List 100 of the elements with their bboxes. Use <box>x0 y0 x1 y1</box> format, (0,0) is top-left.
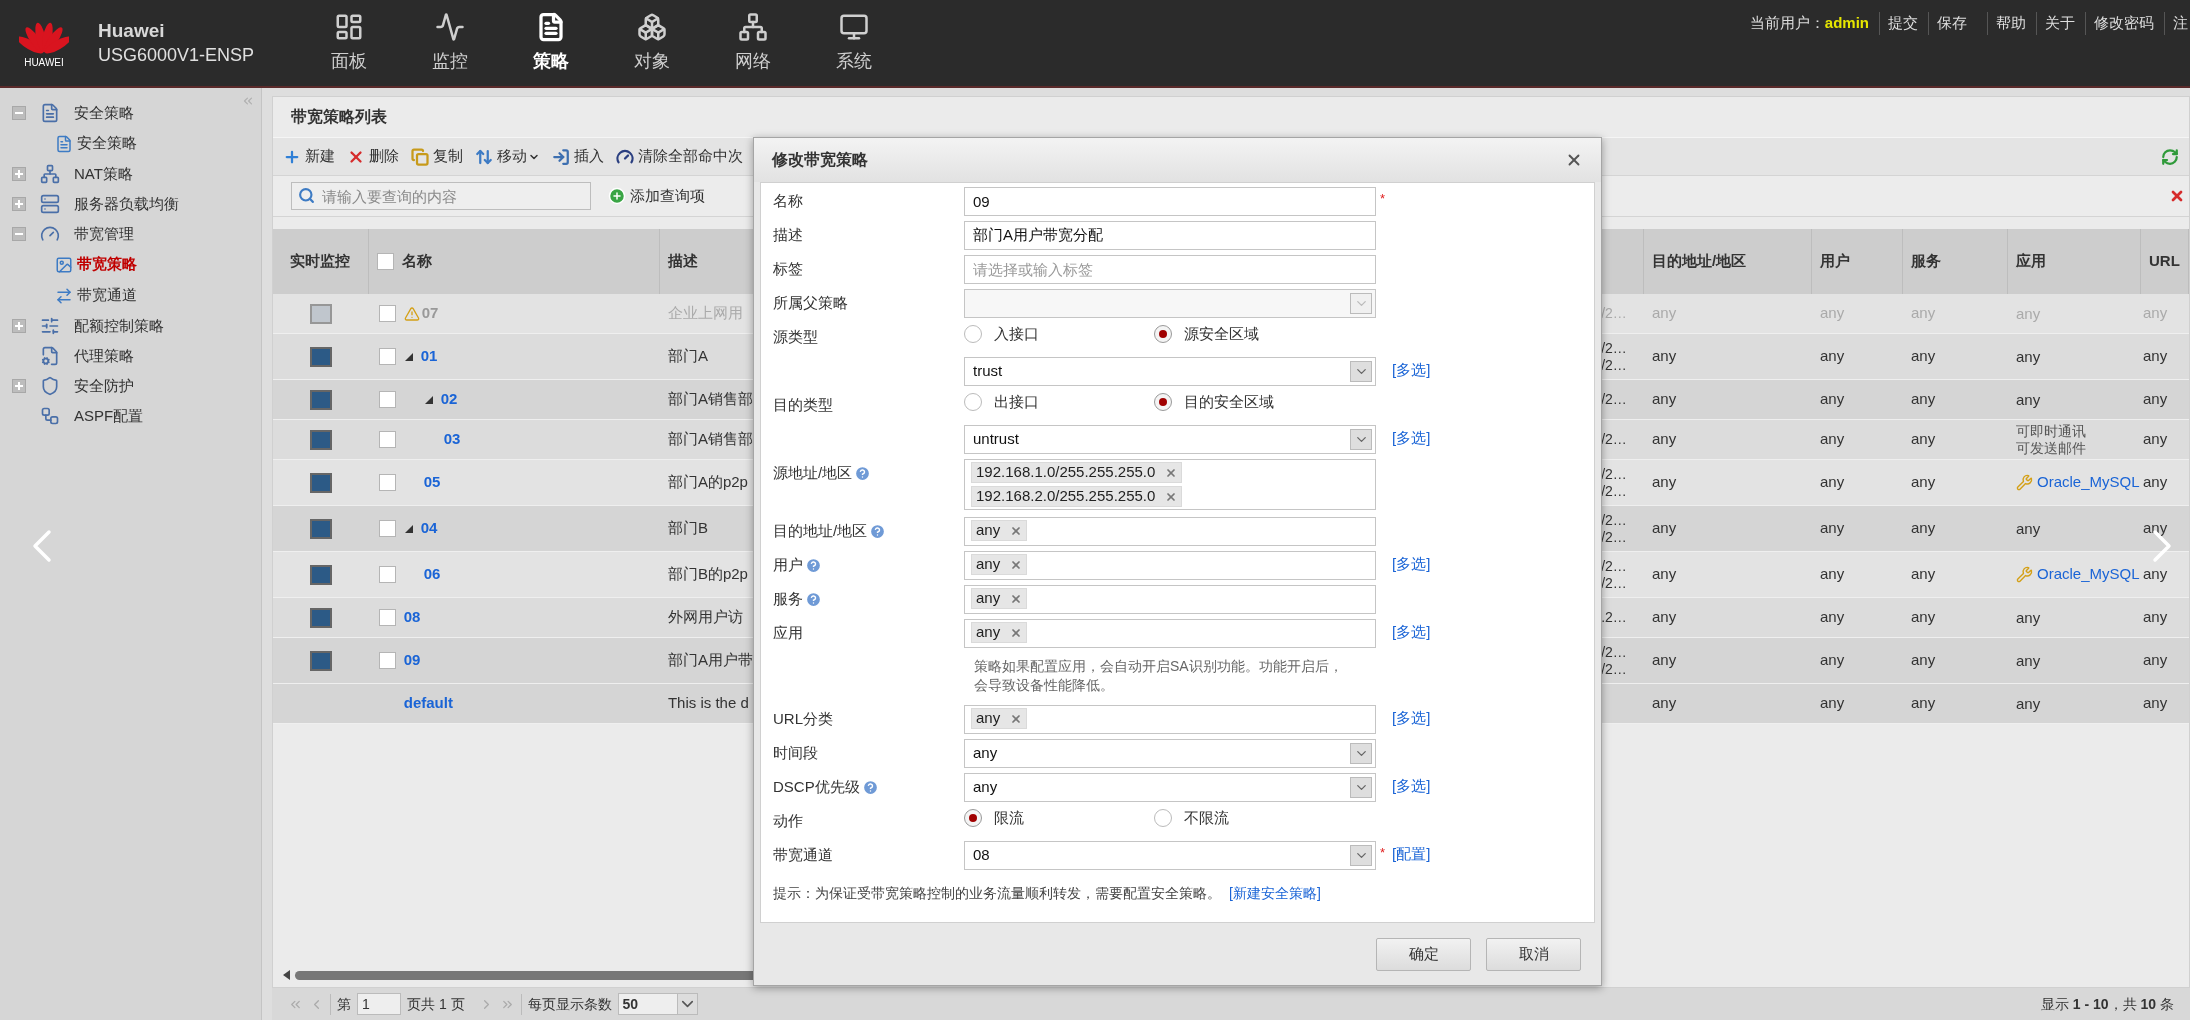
field-label: 源类型 <box>773 327 818 347</box>
table-cell-text: any <box>1652 389 1677 410</box>
record-summary: 显示 1 - 10，共 10 条 <box>2040 994 2174 1014</box>
hint-text: 提示：为保证受带宽策略控制的业务流量顺利转发，需要配置安全策略。 [新建安全策略] <box>772 884 1322 903</box>
table-cell-text: any <box>1911 693 1936 714</box>
table-cell: any <box>2016 609 2041 626</box>
table-cell-text: any <box>2143 346 2168 367</box>
tag-label: 192.168.1.0/255.255.255.0 <box>976 462 1156 483</box>
logo-text: HUAWEI <box>24 55 64 70</box>
user-name: admin <box>1824 13 1869 33</box>
field-label: 应用 <box>773 623 803 643</box>
radio-label: 限流 <box>994 808 1024 828</box>
column-header: 应用 <box>2016 251 2046 272</box>
tag-label: any <box>976 520 1001 541</box>
table-cell-text: any <box>1820 564 1845 585</box>
required-mark: * <box>1380 845 1386 860</box>
table-cell-text: any <box>2143 303 2168 324</box>
field-label: 目的类型 <box>773 395 833 415</box>
field-label: 用户 <box>773 555 803 575</box>
table-cell-text: any <box>2143 564 2168 585</box>
table-cell-text: any <box>2143 389 2168 410</box>
table-cell-text: /2… <box>1601 339 1628 357</box>
table-cell-text: any <box>1911 346 1936 367</box>
table-cell-text: 部门A <box>667 346 708 367</box>
page-total: 页共 1 页 <box>407 994 465 1014</box>
column-header: 描述 <box>667 251 698 272</box>
tag-label: any <box>976 622 1001 643</box>
table-cell-text: any <box>1652 607 1677 628</box>
required-mark: * <box>1380 191 1386 206</box>
table-cell-text: any <box>1820 518 1845 539</box>
per-page-label: 每页显示条数 <box>520 993 612 1015</box>
dialog-title: 修改带宽策略 <box>772 150 868 170</box>
table-cell-text: /2… <box>1601 482 1628 500</box>
column-header: 目的地址/地区 <box>1652 251 1747 272</box>
table-cell-text: any <box>1652 429 1677 450</box>
field-label: 所属父策略 <box>773 293 848 313</box>
panel-title: 带宽策略列表 <box>291 107 387 127</box>
brand-name: Huawei <box>98 19 166 43</box>
table-cell-text: any <box>1911 429 1936 450</box>
field-label: 目的地址/地区 <box>773 521 868 541</box>
field-label: 带宽通道 <box>773 845 833 865</box>
field-label: 标签 <box>773 259 803 279</box>
radio-label: 出接口 <box>994 392 1039 412</box>
tag-label: any <box>976 554 1001 575</box>
column-header: 名称 <box>401 251 432 272</box>
table-cell-text: any <box>1652 518 1677 539</box>
table-cell-text: any <box>1911 518 1936 539</box>
table-cell-text: any <box>1652 564 1677 585</box>
table-cell-text: /2… <box>1601 528 1628 546</box>
table-cell-text: 部门A的p2p <box>667 472 748 493</box>
table-cell-text: any <box>1911 389 1936 410</box>
table-cell-text: any <box>1652 650 1677 671</box>
table-cell: any <box>2016 520 2041 537</box>
column-header: 用户 <box>1820 251 1850 272</box>
table-cell-text: any <box>2143 693 2168 714</box>
column-header: URL <box>2149 251 2180 272</box>
table-cell-text: 部门B的p2p <box>667 564 748 585</box>
table-cell-text: 部门A销售部 <box>667 429 753 450</box>
radio-label: 不限流 <box>1184 808 1229 828</box>
table-cell-text: 部门B <box>667 518 708 539</box>
table-cell-text: /2… <box>1601 660 1628 678</box>
table-cell-text: any <box>1820 303 1845 324</box>
table-cell-text: any <box>1911 607 1936 628</box>
table-cell: any <box>2016 348 2041 365</box>
column-header: 实时监控 <box>290 251 351 272</box>
radio-label: 源安全区域 <box>1184 324 1259 344</box>
table-cell-text: .2… <box>1601 609 1628 626</box>
table-cell: any <box>2016 391 2041 408</box>
field-label: 动作 <box>773 811 803 831</box>
table-cell-text: 部门A销售部 <box>667 389 753 410</box>
table-cell-text: any <box>1652 346 1677 367</box>
field-label: 名称 <box>773 191 803 211</box>
table-cell-text: any <box>2143 472 2168 493</box>
table-cell-text: any <box>1820 429 1845 450</box>
table-cell-text: /2… <box>1601 511 1628 529</box>
field-label: DSCP优先级 <box>773 777 860 797</box>
field-label: 描述 <box>773 225 803 245</box>
tag-label: 192.168.2.0/255.255.255.0 <box>976 486 1156 507</box>
table-cell-text: /2… <box>1601 643 1628 661</box>
table-cell-text: any <box>1652 693 1677 714</box>
tag-label: any <box>976 708 1001 729</box>
table-cell-text: 部门A用户带 <box>667 650 753 671</box>
table-cell-text: 外网用户访 <box>667 607 743 628</box>
table-cell-text: any <box>1820 389 1845 410</box>
table-cell-text: any <box>1820 650 1845 671</box>
column-header: 服务 <box>1911 251 1941 272</box>
table-cell-text: any <box>2143 650 2168 671</box>
table-cell-text: any <box>2143 429 2168 450</box>
field-label: 源地址/地区 <box>773 463 853 483</box>
table-cell-text: /2… <box>1601 391 1628 408</box>
table-cell-text: This is the d <box>667 693 749 714</box>
table-cell-text: any <box>2143 518 2168 539</box>
table-cell-text: any <box>1911 472 1936 493</box>
table-cell-text: /2… <box>1601 356 1628 374</box>
table-cell-text: /2… <box>1601 574 1628 592</box>
table-cell-text: /2… <box>1601 557 1628 575</box>
table-cell-text: /2… <box>1601 431 1628 448</box>
field-label: 时间段 <box>773 743 818 763</box>
table-cell-text: any <box>2143 607 2168 628</box>
page-label: 第 <box>330 993 351 1015</box>
